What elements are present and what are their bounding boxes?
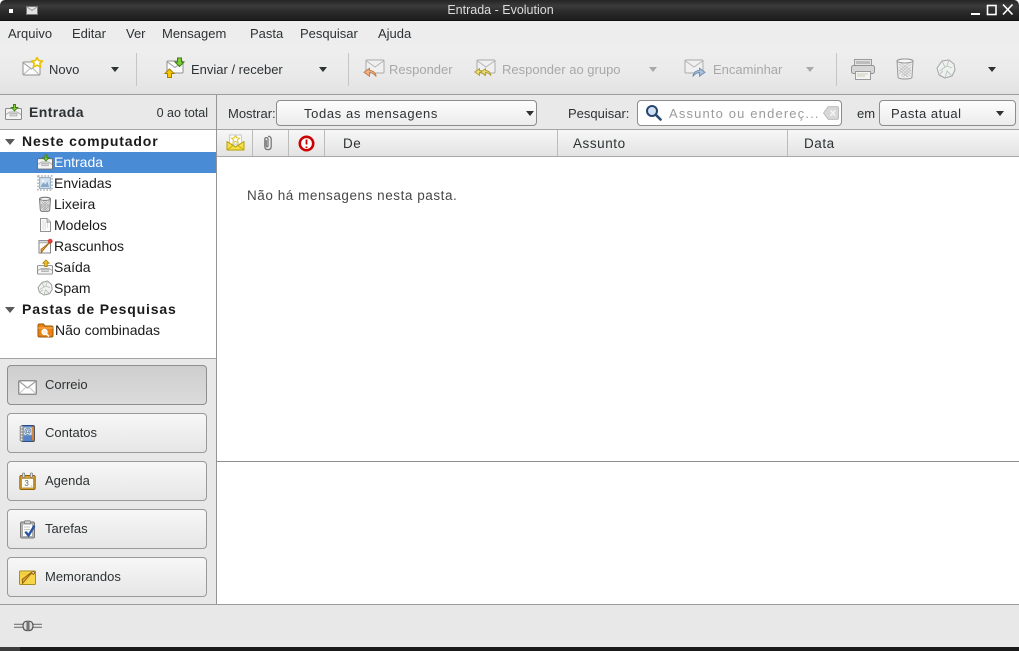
svg-text:@: @ [24, 427, 32, 436]
svg-text:3: 3 [24, 479, 29, 488]
